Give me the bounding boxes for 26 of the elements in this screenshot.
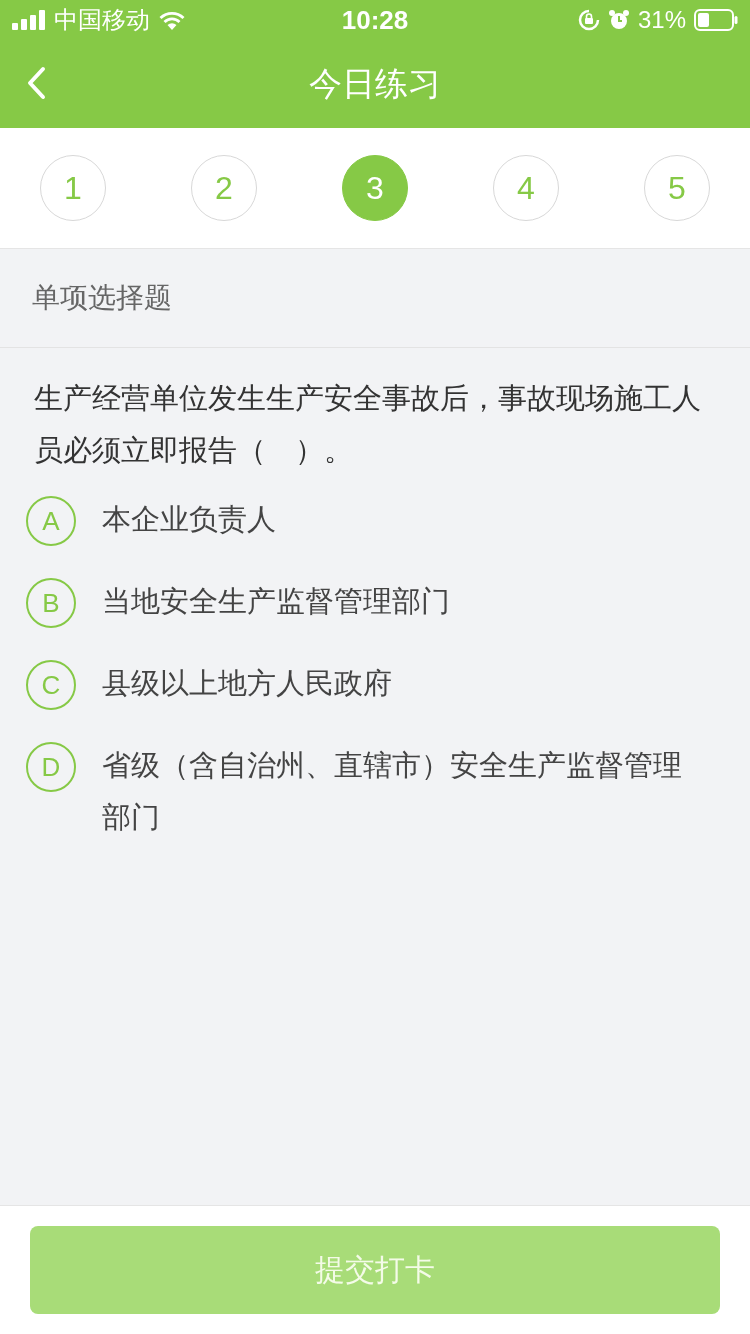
question-number-tab[interactable]: 5 — [644, 155, 710, 221]
question-text: 生产经营单位发生生产安全事故后，事故现场施工人员必须立即报告（ ）。 — [34, 381, 702, 468]
wifi-icon — [158, 10, 186, 30]
page-title: 今日练习 — [309, 63, 441, 104]
option-letter[interactable]: B — [26, 578, 76, 628]
question-number-tab[interactable]: 2 — [191, 155, 257, 221]
battery-icon — [694, 9, 738, 31]
battery-percent: 31% — [637, 6, 686, 34]
option-letter[interactable]: C — [26, 660, 76, 710]
question-number-tab[interactable]: 1 — [40, 155, 106, 221]
back-icon — [26, 66, 46, 100]
clock-time: 10:28 — [341, 4, 409, 36]
question-number-tab[interactable]: 4 — [493, 155, 559, 221]
carrier-name: 中国移动 — [54, 5, 150, 35]
question-type: 单项选择题 — [0, 249, 750, 348]
option-text[interactable]: 当地安全生产监督管理部门 — [102, 575, 450, 627]
back-button[interactable] — [26, 66, 46, 100]
alarm-icon — [607, 9, 630, 31]
question-number-tab[interactable]: 3 — [342, 155, 408, 221]
option-text[interactable]: 本企业负责人 — [102, 493, 276, 545]
signal-icon — [12, 10, 46, 30]
option-letter[interactable]: A — [26, 496, 76, 546]
option-text[interactable]: 县级以上地方人民政府 — [102, 657, 392, 709]
option-text[interactable]: 省级（含自治州、直辖市）安全生产监督管理部门 — [102, 739, 710, 843]
rotation-lock-icon — [577, 9, 600, 31]
option-letter[interactable]: D — [26, 742, 76, 792]
